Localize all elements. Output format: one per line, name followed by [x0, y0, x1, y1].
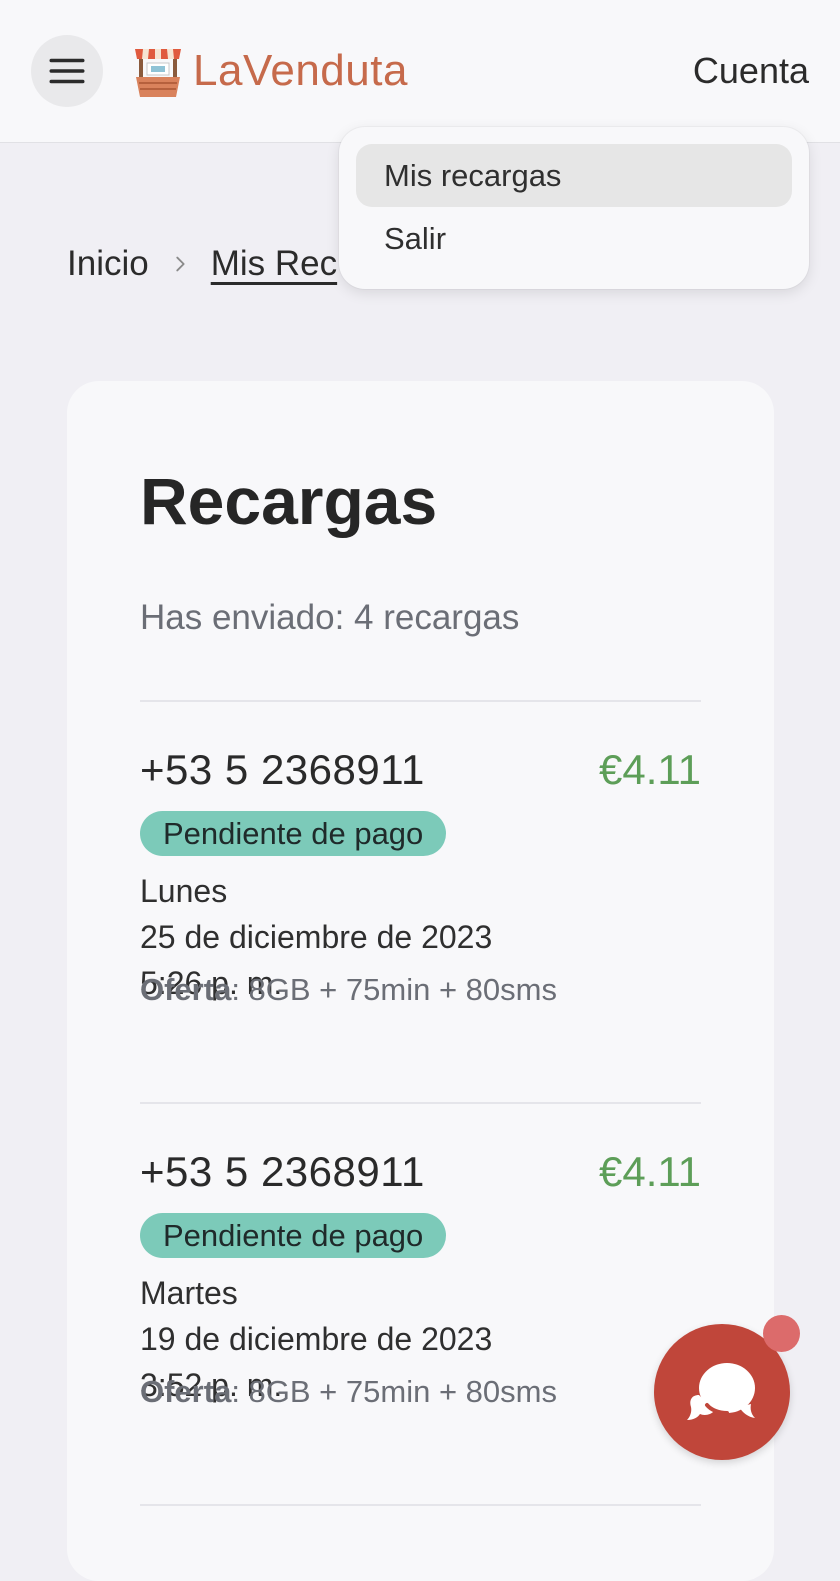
- recharge-date: 19 de diciembre de 2023: [140, 1321, 493, 1357]
- breadcrumb: Inicio Mis Rec: [67, 242, 337, 286]
- chevron-right-icon: [176, 256, 185, 272]
- notification-dot: [763, 1315, 800, 1352]
- page-title: Recargas: [140, 464, 438, 538]
- menu-item-salir[interactable]: Salir: [356, 207, 792, 270]
- account-dropdown: Mis recargas Salir: [339, 127, 809, 289]
- recharge-weekday: Lunes: [140, 873, 228, 909]
- breadcrumb-current[interactable]: Mis Rec: [211, 244, 337, 284]
- recharge-phone: +53 5 2368911: [140, 746, 425, 793]
- divider: [140, 1504, 701, 1506]
- status-badge: Pendiente de pago: [140, 1213, 447, 1258]
- divider: [140, 1102, 701, 1104]
- breadcrumb-separator: [169, 253, 191, 275]
- market-stall-icon: [135, 49, 181, 97]
- recharge-offer: Oferta: 8GB + 75min + 80sms: [140, 1374, 557, 1410]
- menu-button[interactable]: [31, 35, 103, 107]
- offer-value: : 8GB + 75min + 80sms: [231, 1374, 557, 1409]
- hamburger-menu-icon: [49, 58, 85, 84]
- menu-item-mis-recargas[interactable]: Mis recargas: [356, 144, 792, 207]
- recharge-phone: +53 5 2368911: [140, 1148, 425, 1195]
- recharge-amount: €4.11: [599, 1148, 701, 1195]
- recharge-item: +53 5 2368911 €4.11 Pendiente de pago Lu…: [140, 746, 701, 1066]
- offer-value: : 8GB + 75min + 80sms: [231, 972, 557, 1007]
- offer-label: Oferta: [140, 972, 232, 1007]
- recharge-date: 25 de diciembre de 2023: [140, 919, 493, 955]
- logo[interactable]: LaVenduta: [133, 42, 408, 100]
- breadcrumb-home[interactable]: Inicio: [67, 244, 149, 284]
- top-header: LaVenduta Cuenta: [0, 0, 840, 143]
- recharge-offer: Oferta: 8GB + 75min + 80sms: [140, 972, 557, 1008]
- divider: [140, 700, 701, 702]
- sent-summary: Has enviado: 4 recargas: [140, 598, 520, 637]
- offer-label: Oferta: [140, 1374, 232, 1409]
- logo-text: LaVenduta: [193, 46, 408, 95]
- recharge-amount: €4.11: [599, 746, 701, 793]
- status-badge: Pendiente de pago: [140, 811, 447, 856]
- recharge-item: +53 5 2368911 €4.11 Pendiente de pago Ma…: [140, 1148, 701, 1468]
- chat-bubbles-icon: [687, 1363, 755, 1420]
- account-menu-toggle[interactable]: Cuenta: [693, 50, 809, 92]
- recharge-weekday: Martes: [140, 1275, 238, 1311]
